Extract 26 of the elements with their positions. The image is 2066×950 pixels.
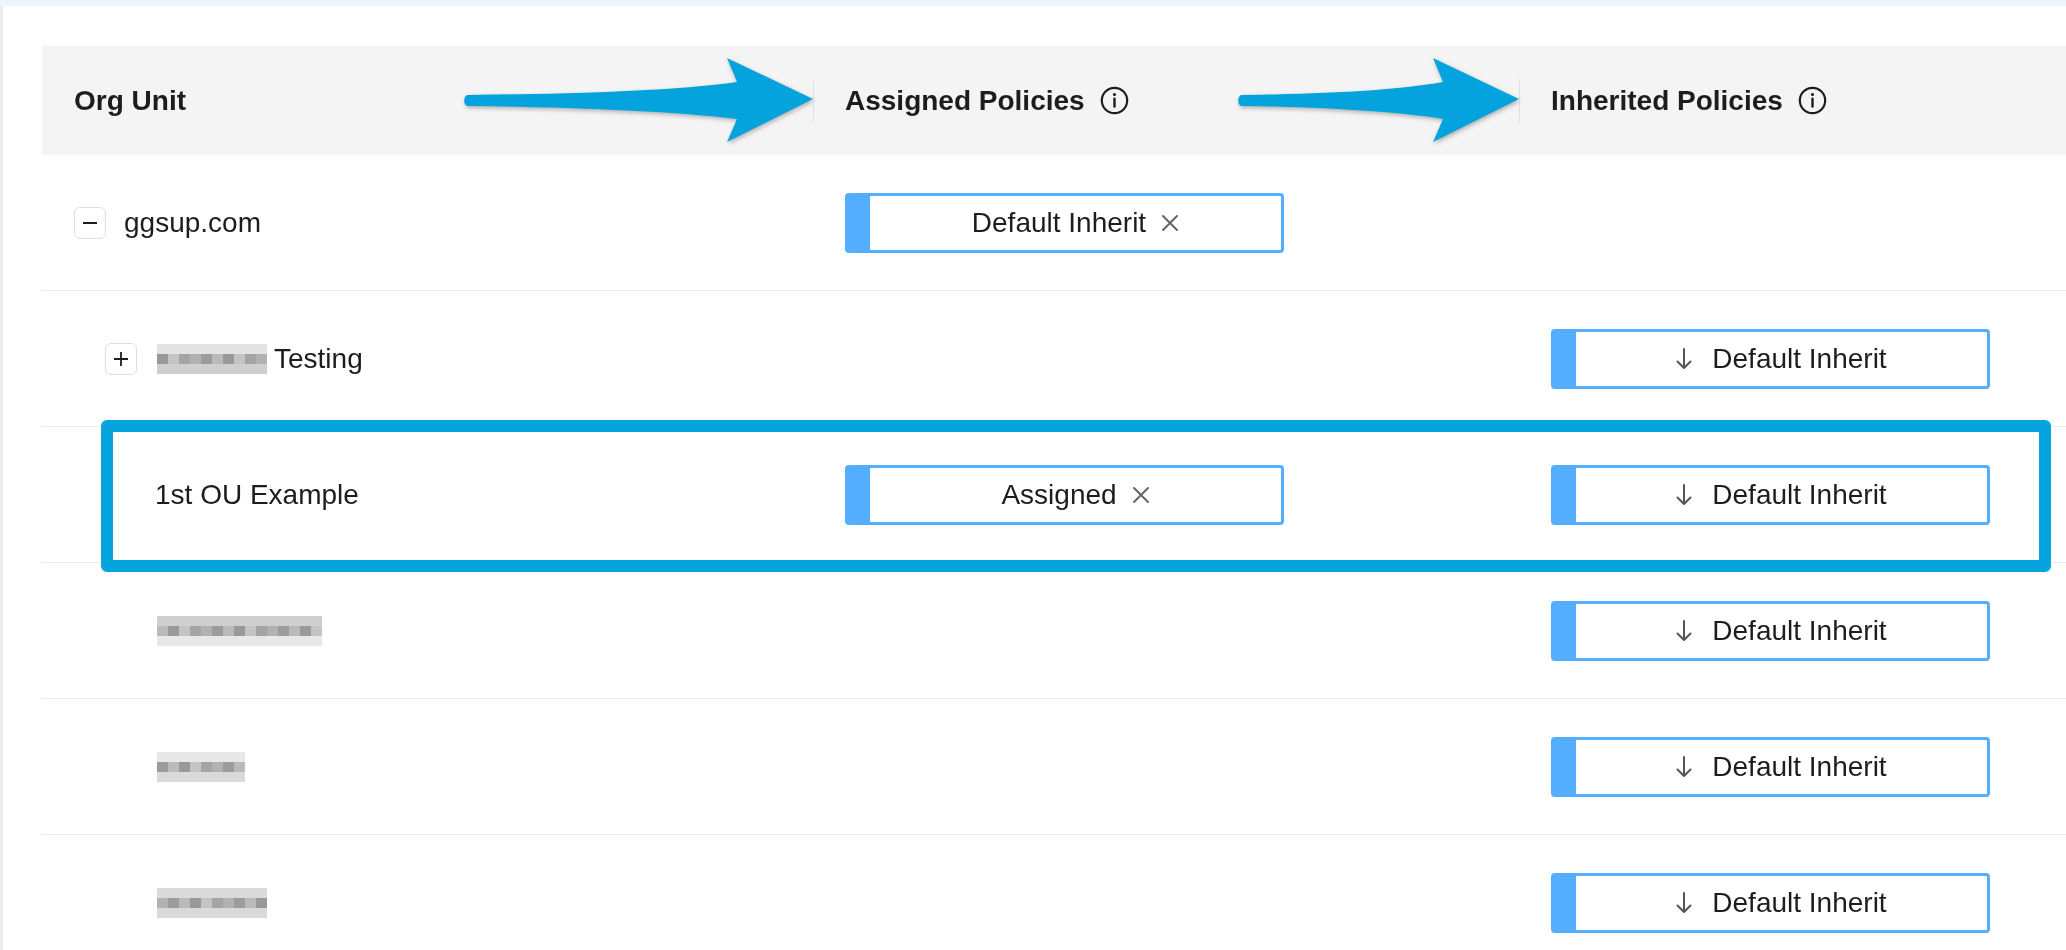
org-unit-name: ggsup.com [124, 205, 261, 240]
tag-label: Assigned [1001, 477, 1117, 512]
tag-label: Default Inherit [1712, 613, 1887, 648]
info-icon[interactable] [1099, 86, 1129, 115]
expander-button[interactable] [74, 206, 106, 239]
arrow-down-icon [1676, 619, 1693, 642]
expander-button[interactable] [105, 342, 137, 375]
arrow-down-icon [1676, 347, 1693, 370]
column-header: Assigned Policies [845, 83, 1085, 118]
arrow-down-icon [1676, 483, 1693, 506]
arrow-down-icon [1676, 891, 1693, 914]
tag-label: Default Inherit [1712, 341, 1887, 376]
column-header: Org Unit [74, 83, 186, 118]
plus-icon [114, 351, 128, 366]
info-icon[interactable] [1797, 86, 1827, 115]
minus-icon [83, 221, 97, 224]
tag-label: Default Inherit [971, 205, 1147, 240]
org-unit-name: 1st OU Example [155, 477, 359, 512]
column-header: Inherited Policies [1551, 83, 1783, 118]
close-icon[interactable] [1131, 485, 1150, 504]
org-unit-name: Testing [274, 341, 363, 376]
close-icon[interactable] [1161, 213, 1180, 232]
tag-label: Default Inherit [1712, 749, 1887, 784]
tag-label: Default Inherit [1712, 885, 1887, 920]
arrow-down-icon [1676, 755, 1693, 778]
tag-label: Default Inherit [1712, 477, 1887, 512]
